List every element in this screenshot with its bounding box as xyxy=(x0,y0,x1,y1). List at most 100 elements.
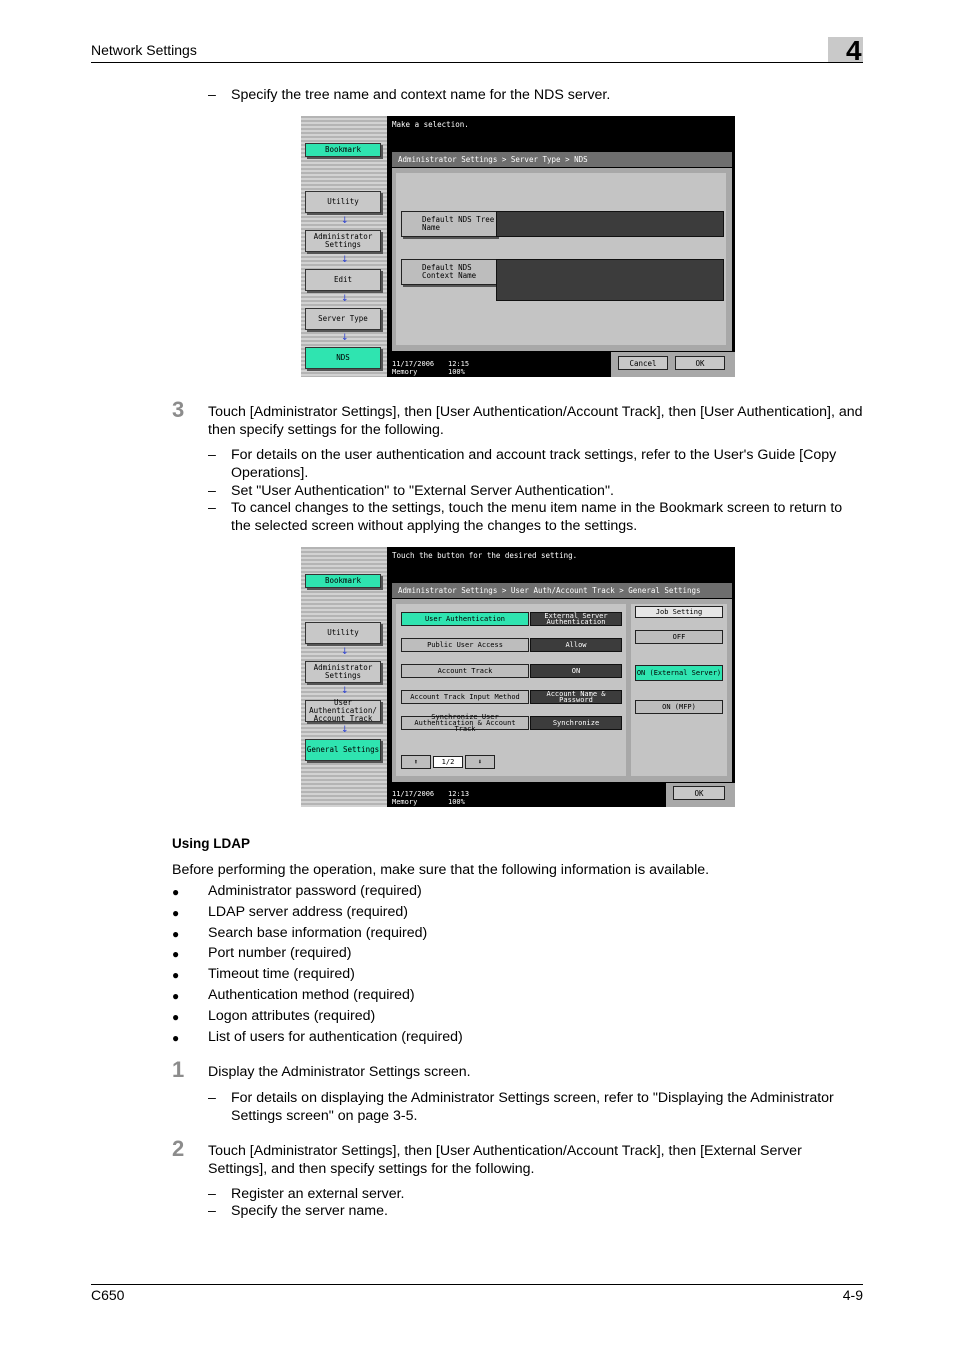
bullet-dot: ● xyxy=(172,1031,180,1045)
utility-button[interactable]: Utility xyxy=(305,622,381,644)
bookmark-sidebar: Bookmark Utility ↓ Administrator Setting… xyxy=(301,547,387,807)
on-external-button[interactable]: ON (External Server) xyxy=(635,665,723,681)
synchronize-button[interactable]: Synchronize User Authentication & Accoun… xyxy=(401,714,529,733)
admin-settings-button[interactable]: Administrator Settings xyxy=(305,661,381,683)
ok-button[interactable]: OK xyxy=(675,356,725,370)
dash-text: Specify the server name. xyxy=(231,1203,388,1219)
nds-button[interactable]: NDS xyxy=(305,347,381,369)
arrow-down-icon: ⬇ xyxy=(477,758,483,766)
breadcrumb: Administrator Settings > Server Type > N… xyxy=(392,152,732,167)
settings-panel: Default NDS Tree Name Default NDS Contex… xyxy=(392,168,732,351)
bullet-item: Port number (required) xyxy=(208,945,352,961)
header-rule xyxy=(91,62,863,63)
dash-marker: – xyxy=(208,87,216,103)
arrow-up-icon: ⬆ xyxy=(413,758,419,766)
context-name-field[interactable] xyxy=(496,259,724,301)
account-track-button[interactable]: Account Track xyxy=(401,664,529,678)
bullet-item: Timeout time (required) xyxy=(208,966,355,982)
bookmark-button[interactable]: Bookmark xyxy=(305,143,381,157)
step-number: 2 xyxy=(172,1136,185,1161)
server-type-button[interactable]: Server Type xyxy=(305,308,381,330)
step-text: Touch [Administrator Settings], then [Us… xyxy=(208,404,863,438)
status-memory-label: Memory xyxy=(392,368,418,376)
status-memory-value: 100% xyxy=(448,368,465,376)
on-mfp-button[interactable]: ON (MFP) xyxy=(635,700,723,714)
context-name-button[interactable]: Default NDS Context Name xyxy=(401,259,497,285)
public-access-button[interactable]: Public User Access xyxy=(401,638,529,652)
dash-text: Register an external server. xyxy=(231,1186,405,1202)
input-method-button[interactable]: Account Track Input Method xyxy=(401,690,529,704)
bullet-dot: ● xyxy=(172,906,180,920)
cancel-button[interactable]: Cancel xyxy=(618,356,668,370)
input-method-value: Account Name & Password xyxy=(530,690,622,704)
dash-marker: – xyxy=(208,447,216,463)
breadcrumb: Administrator Settings > User Auth/Accou… xyxy=(392,583,732,598)
step-text: Touch [Administrator Settings], then [Us… xyxy=(208,1143,802,1177)
step-number: 3 xyxy=(172,397,185,422)
utility-button[interactable]: Utility xyxy=(305,191,381,213)
bullet-dot: ● xyxy=(172,947,180,961)
section-heading: Using LDAP xyxy=(172,836,251,851)
dash-marker: – xyxy=(208,1090,216,1106)
screen-message: Make a selection. xyxy=(392,120,469,129)
status-memory-value: 100% xyxy=(448,798,465,806)
status-date: 11/17/2006 xyxy=(392,790,435,798)
dash-text: Set "User Authentication" to "External S… xyxy=(231,483,614,499)
general-settings-screenshot: Bookmark Utility ↓ Administrator Setting… xyxy=(301,547,735,807)
job-setting-label: Job Setting xyxy=(635,606,723,618)
bookmark-sidebar: Bookmark Utility ↓ Administrator Setting… xyxy=(301,116,387,377)
dash-text: To cancel changes to the settings, touch… xyxy=(231,500,843,534)
admin-settings-button[interactable]: Administrator Settings xyxy=(305,230,381,252)
user-auth-row-button[interactable]: User Authentication xyxy=(401,612,529,626)
arrow-down-icon: ↓ xyxy=(341,647,349,657)
dash-marker: – xyxy=(208,483,216,499)
settings-panel: User Authentication External Server Auth… xyxy=(392,599,732,782)
bullet-item: Authentication method (required) xyxy=(208,987,415,1003)
footer-page-number: 4-9 xyxy=(842,1287,863,1303)
intro-dash-text: Specify the tree name and context name f… xyxy=(231,87,611,103)
status-time: 12:15 xyxy=(448,360,470,368)
bullet-dot: ● xyxy=(172,1010,180,1024)
arrow-down-icon: ↓ xyxy=(341,216,349,226)
bullet-item: LDAP server address (required) xyxy=(208,904,409,920)
bullet-dot: ● xyxy=(172,989,180,1003)
arrow-down-icon: ↓ xyxy=(341,686,349,696)
arrow-down-icon: ↓ xyxy=(341,725,349,735)
dash-marker: – xyxy=(208,1203,216,1219)
dash-marker: – xyxy=(208,1186,216,1202)
general-settings-button[interactable]: General Settings xyxy=(305,739,381,761)
screen-message: Touch the button for the desired setting… xyxy=(392,551,578,560)
bullet-item: Search base information (required) xyxy=(208,925,428,941)
status-memory-label: Memory xyxy=(392,798,418,806)
arrow-down-icon: ↓ xyxy=(341,294,349,304)
header-title: Network Settings xyxy=(91,42,197,58)
page-indicator: 1/2 xyxy=(433,756,463,768)
bullet-dot: ● xyxy=(172,968,180,982)
arrow-down-icon: ↓ xyxy=(341,333,349,343)
bullet-item: Administrator password (required) xyxy=(208,883,422,899)
status-date: 11/17/2006 xyxy=(392,360,435,368)
dash-text: For details on the user authentication a… xyxy=(231,447,837,481)
edit-button[interactable]: Edit xyxy=(305,269,381,291)
tree-name-field[interactable] xyxy=(496,211,724,237)
bullet-dot: ● xyxy=(172,927,180,941)
bookmark-button[interactable]: Bookmark xyxy=(305,574,381,588)
bullet-dot: ● xyxy=(172,885,180,899)
step-number: 1 xyxy=(172,1057,185,1082)
dash-text: For details on displaying the Administra… xyxy=(231,1090,834,1124)
ok-button[interactable]: OK xyxy=(673,786,725,800)
arrow-down-icon: ↓ xyxy=(341,255,349,265)
page-up-button[interactable]: ⬆ xyxy=(401,755,431,769)
page-down-button[interactable]: ⬇ xyxy=(465,755,495,769)
bullet-item: List of users for authentication (requir… xyxy=(208,1029,463,1045)
user-auth-button[interactable]: User Authentication/ Account Track xyxy=(305,699,381,723)
tree-name-button[interactable]: Default NDS Tree Name xyxy=(401,211,497,237)
bullet-item: Logon attributes (required) xyxy=(208,1008,376,1024)
step-text: Display the Administrator Settings scree… xyxy=(208,1064,471,1080)
off-button[interactable]: OFF xyxy=(635,630,723,644)
dash-marker: – xyxy=(208,500,216,516)
nds-screenshot: Bookmark Utility ↓ Administrator Setting… xyxy=(301,116,735,377)
ldap-intro: Before performing the operation, make su… xyxy=(172,862,710,878)
public-access-value: Allow xyxy=(530,638,622,652)
synchronize-value: Synchronize xyxy=(530,716,622,730)
